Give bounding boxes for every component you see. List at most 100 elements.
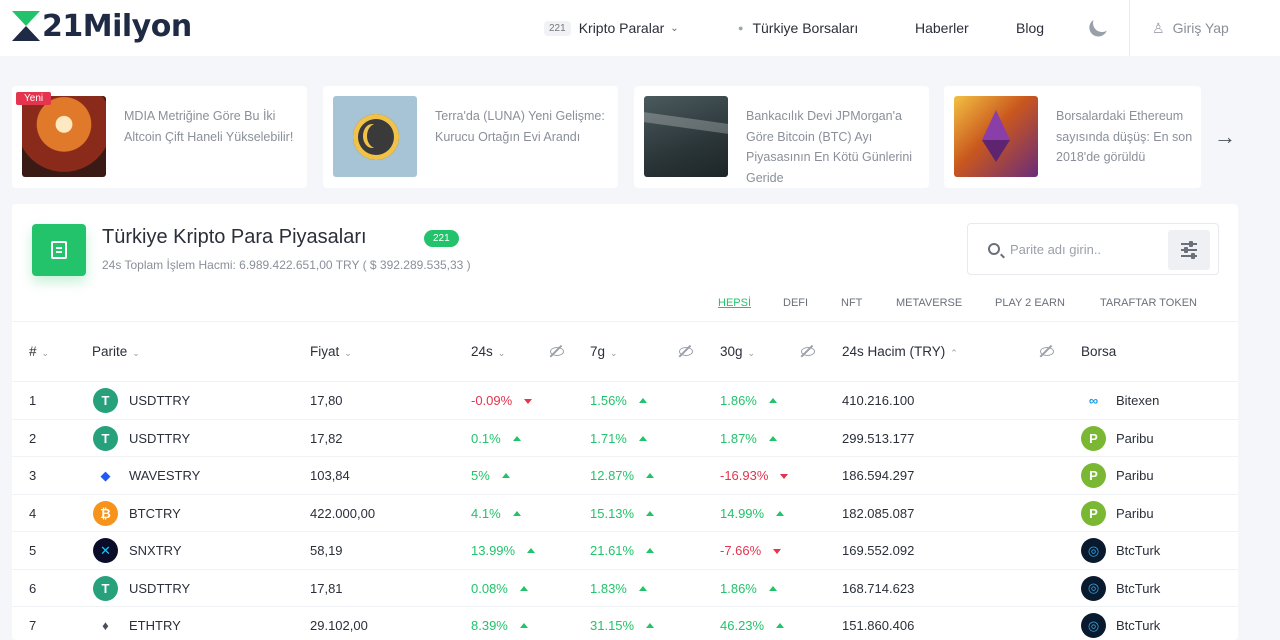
- rank-cell: 3: [29, 468, 37, 483]
- exchange-cell[interactable]: BtcTurk: [1116, 618, 1160, 633]
- news-title: Bankacılık Devi JPMorgan'a Göre Bitcoin …: [746, 109, 913, 185]
- tab-fan-token[interactable]: TARAFTAR TOKEN: [1100, 297, 1197, 309]
- exchange-cell[interactable]: Paribu: [1116, 506, 1154, 521]
- tab-play2earn[interactable]: PLAY 2 EARN: [995, 297, 1065, 309]
- volume-cell: 410.216.100: [842, 393, 915, 408]
- exchange-cell[interactable]: BtcTurk: [1116, 581, 1160, 596]
- eye-off-icon[interactable]: [678, 344, 693, 358]
- news-card[interactable]: MDIA Metriğine Göre Bu İki Altcoin Çift …: [12, 86, 307, 188]
- col-24h[interactable]: 24s ⌄: [471, 344, 505, 359]
- col-30d[interactable]: 30g ⌄: [720, 344, 755, 359]
- arrow-up-icon: [519, 585, 528, 591]
- luna-coin-image: [353, 114, 399, 160]
- news-card[interactable]: Borsalardaki Ethereum sayısında düşüş: E…: [944, 86, 1201, 188]
- nav-blog-label: Blog: [1016, 20, 1045, 36]
- table-row[interactable]: 5 ✕ SNXTRY 58,19 13.99% 21.61% -7.66% 169.552.0…: [12, 531, 1238, 568]
- col-volume[interactable]: 24s Hacim (TRY) ⌃: [842, 344, 958, 359]
- table-row[interactable]: 2 T USDTTRY 17,82 0.1% 1.71% 1.87% 299.513.177 P…: [12, 418, 1238, 456]
- tab-metaverse[interactable]: METAVERSE: [896, 297, 962, 309]
- exchange-cell[interactable]: Paribu: [1116, 431, 1154, 446]
- arrow-right-icon[interactable]: →: [1214, 124, 1236, 150]
- arrow-up-icon: [638, 435, 647, 441]
- pair-cell[interactable]: SNXTRY: [129, 543, 182, 558]
- ethereum-icon: ♦: [102, 618, 109, 633]
- tab-all[interactable]: HEPSİ: [718, 297, 751, 309]
- change-24h-cell: -0.09%: [471, 393, 533, 408]
- arrow-down-icon: [524, 399, 533, 404]
- total-volume-text: 24s Toplam İşlem Hacmi: 6.989.422.651,00…: [102, 258, 471, 272]
- eye-off-icon[interactable]: [549, 344, 564, 358]
- market-document-icon: [32, 224, 86, 276]
- table-row[interactable]: 6 T USDTTRY 17,81 0.08% 1.83% 1.86% 168.714.623…: [12, 568, 1238, 606]
- pair-cell[interactable]: USDTTRY: [129, 393, 190, 408]
- change-7d-cell: 1.56%: [590, 393, 647, 408]
- exchange-cell[interactable]: BtcTurk: [1116, 543, 1160, 558]
- table-row[interactable]: 7 ♦ ETHTRY 29.102,00 8.39% 31.15% 46.23% 151.86…: [12, 606, 1238, 640]
- volume-cell: 299.513.177: [842, 430, 915, 446]
- bitexen-icon: ∞: [1088, 393, 1099, 408]
- table-row[interactable]: 4 ₿ BTCTRY 422.000,00 4.1% 15.13% 14.99% 182.08…: [12, 493, 1238, 531]
- arrow-up-icon: [646, 548, 655, 553]
- brand-name: 21Milyon: [42, 8, 192, 44]
- nav-blog[interactable]: Blog: [1016, 0, 1044, 56]
- price-cell: 17,80: [310, 393, 343, 408]
- top-header: 21Milyon 221 Kripto Paralar ⌄ ● Türkiye …: [0, 0, 1280, 56]
- table-row[interactable]: 3 ◆ WAVESTRY 103,84 5% 12.87% -16.93% 186.594.2…: [12, 456, 1238, 493]
- tab-nft[interactable]: NFT: [841, 297, 862, 309]
- pair-cell[interactable]: USDTTRY: [129, 431, 190, 446]
- nav-news[interactable]: Haberler: [915, 0, 969, 56]
- paribu-icon: P: [1081, 425, 1106, 451]
- ethereum-logo-image: [982, 110, 1010, 140]
- paribu-icon: P: [1081, 463, 1106, 488]
- pair-cell[interactable]: ETHTRY: [129, 618, 181, 633]
- change-24h-cell: 5%: [471, 468, 510, 483]
- pair-cell[interactable]: WAVESTRY: [129, 468, 200, 483]
- search-input[interactable]: [1010, 238, 1160, 260]
- arrow-up-icon: [646, 510, 655, 516]
- col-7d[interactable]: 7g ⌄: [590, 344, 618, 359]
- rank-cell: 7: [29, 618, 37, 633]
- login-button[interactable]: ♙ Giriş Yap: [1152, 0, 1229, 56]
- site-logo[interactable]: 21Milyon: [12, 8, 192, 44]
- dark-mode-moon-icon[interactable]: [1090, 11, 1113, 34]
- change-7d-cell: 1.83%: [590, 581, 647, 596]
- col-pair[interactable]: Parite ⌄: [92, 344, 140, 359]
- waves-icon: ◆: [100, 467, 111, 483]
- exchange-cell[interactable]: Paribu: [1116, 468, 1154, 483]
- rank-cell: 5: [29, 543, 37, 558]
- price-cell: 58,19: [310, 543, 343, 558]
- bitcoin-icon: ₿: [93, 500, 118, 526]
- arrow-up-icon: [638, 585, 647, 591]
- change-24h-cell: 13.99%: [471, 543, 536, 558]
- exchange-cell[interactable]: Bitexen: [1116, 393, 1159, 408]
- col-price[interactable]: Fiyat ⌄: [310, 344, 352, 359]
- news-card[interactable]: Bankacılık Devi JPMorgan'a Göre Bitcoin …: [634, 86, 929, 188]
- news-title: MDIA Metriğine Göre Bu İki Altcoin Çift …: [124, 109, 294, 144]
- news-thumbnail: [954, 96, 1038, 177]
- btcturk-icon: ◎: [1081, 613, 1106, 638]
- news-thumbnail: [333, 96, 417, 177]
- tether-icon: T: [93, 575, 118, 601]
- eye-off-icon[interactable]: [800, 344, 815, 358]
- pair-cell[interactable]: USDTTRY: [129, 581, 190, 596]
- change-30d-cell: 1.86%: [720, 581, 777, 596]
- eye-off-icon[interactable]: [1039, 344, 1054, 358]
- table-row[interactable]: 1 T USDTTRY 17,80 -0.09% 1.56% 1.86% 410.216.10…: [12, 381, 1238, 418]
- arrow-up-icon: [776, 623, 785, 628]
- nav-crypto-dropdown[interactable]: 221 Kripto Paralar ⌄: [544, 0, 679, 56]
- volume-cell: 151.860.406: [842, 618, 915, 633]
- news-card[interactable]: Terra'da (LUNA) Yeni Gelişme: Kurucu Ort…: [323, 86, 618, 188]
- pair-cell[interactable]: BTCTRY: [129, 506, 181, 521]
- arrow-up-icon: [512, 435, 521, 441]
- filter-button[interactable]: [1168, 230, 1210, 270]
- price-cell: 103,84: [310, 468, 350, 483]
- arrow-down-icon: [780, 474, 789, 479]
- tab-defi[interactable]: DEFI: [783, 297, 808, 309]
- arrow-up-icon: [646, 623, 655, 628]
- arrow-up-icon: [501, 473, 510, 478]
- rank-cell: 1: [29, 393, 37, 408]
- header-divider: [1129, 0, 1130, 56]
- nav-exchanges[interactable]: ● Türkiye Borsaları: [738, 0, 858, 56]
- col-rank[interactable]: # ⌄: [29, 344, 49, 359]
- market-count-badge: 221: [424, 230, 459, 247]
